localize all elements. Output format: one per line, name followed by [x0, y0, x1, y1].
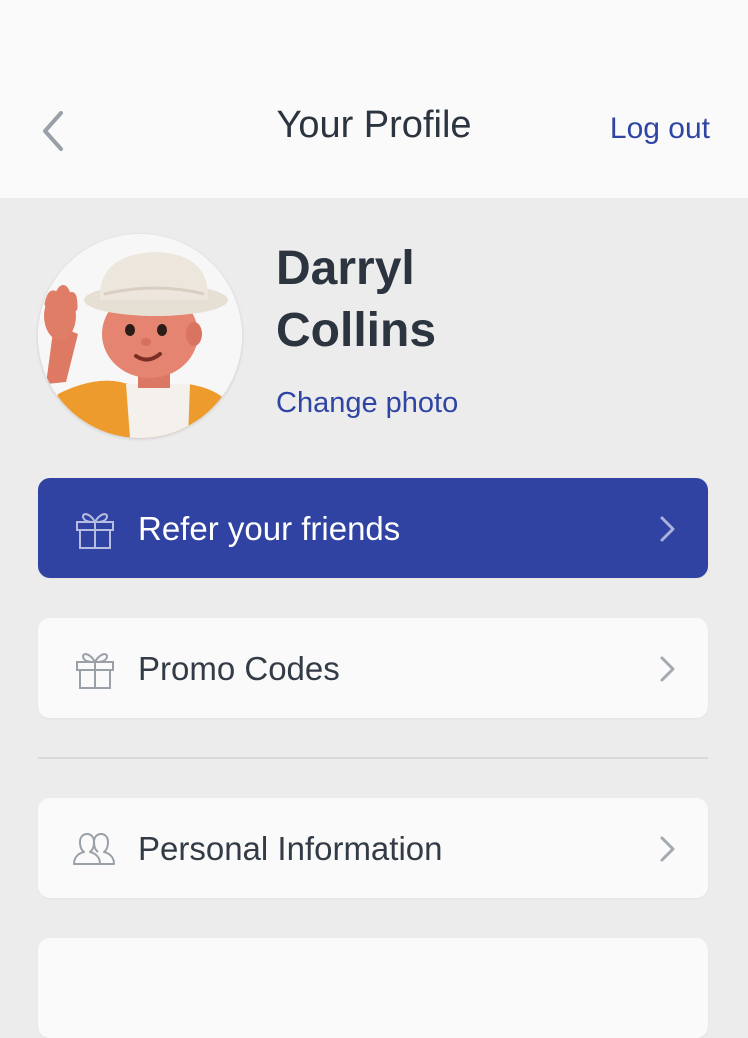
section-divider	[38, 757, 708, 759]
profile-content: Darryl Collins Change photo Refer your f…	[0, 198, 748, 1038]
personal-information-button[interactable]: Personal Information	[38, 798, 708, 898]
app-header: Your Profile Log out	[0, 0, 748, 198]
users-icon	[73, 833, 115, 865]
avatar-image	[38, 234, 242, 438]
refer-friends-label: Refer your friends	[138, 510, 401, 547]
chevron-right-icon	[660, 656, 675, 682]
chevron-right-icon	[660, 516, 675, 542]
logout-link[interactable]: Log out	[610, 112, 710, 146]
chevron-right-icon	[660, 836, 675, 862]
gift-icon	[76, 513, 114, 549]
personal-information-label: Personal Information	[138, 830, 443, 867]
user-name: Darryl Collins	[276, 242, 437, 357]
refer-friends-button[interactable]: Refer your friends	[38, 478, 708, 578]
next-menu-item[interactable]	[38, 938, 708, 1038]
change-photo-link[interactable]: Change photo	[276, 387, 458, 420]
gift-icon	[76, 653, 114, 689]
avatar[interactable]	[38, 234, 242, 438]
promo-codes-button[interactable]: Promo Codes	[38, 618, 708, 718]
promo-codes-label: Promo Codes	[138, 650, 340, 687]
